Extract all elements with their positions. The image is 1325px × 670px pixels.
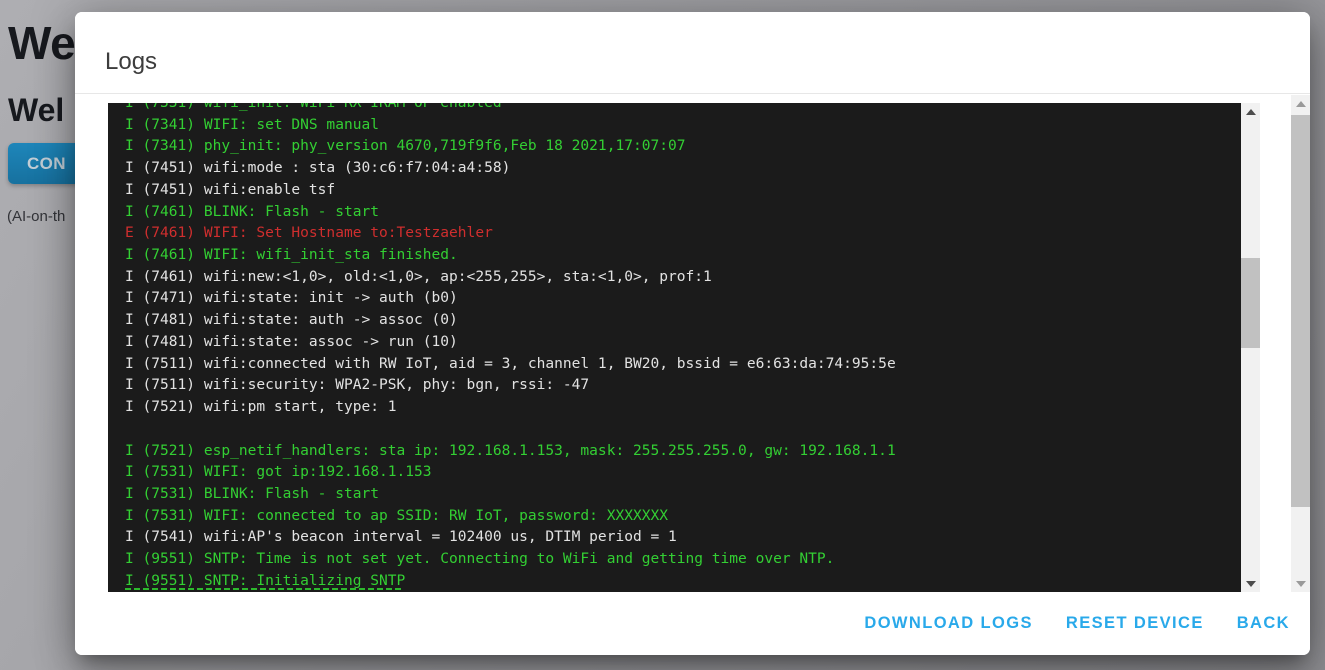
log-line: E (7461) WIFI: Set Hostname to:Testzaehl… — [125, 222, 1241, 244]
page-subtitle: Wel — [8, 92, 64, 129]
log-line: I (7531) WIFI: connected to ap SSID: RW … — [125, 505, 1241, 527]
dialog-footer: DOWNLOAD LOGS RESET DEVICE BACK — [75, 592, 1310, 655]
log-line: I (7521) esp_netif_handlers: sta ip: 192… — [125, 440, 1241, 462]
log-line: I (9551) SNTP: Time is not set yet. Conn… — [125, 548, 1241, 570]
log-line: I (7481) wifi:state: auth -> assoc (0) — [125, 309, 1241, 331]
log-scroll-up-icon[interactable] — [1241, 103, 1260, 120]
log-panel: I (7331) wifi_init: WiFi RX IRAM OP enab… — [108, 103, 1260, 592]
log-line: I (7541) wifi:AP's beacon interval = 102… — [125, 526, 1241, 548]
dialog-scrollbar-thumb[interactable] — [1291, 115, 1310, 507]
download-logs-button[interactable]: DOWNLOAD LOGS — [864, 614, 1033, 633]
log-line: I (7451) wifi:enable tsf — [125, 179, 1241, 201]
dialog-title: Logs — [105, 48, 157, 76]
log-line: I (7331) wifi_init: WiFi RX IRAM OP enab… — [125, 103, 1241, 114]
log-line: I (7531) WIFI: got ip:192.168.1.153 — [125, 461, 1241, 483]
log-line: I (7341) phy_init: phy_version 4670,719f… — [125, 135, 1241, 157]
reset-device-button[interactable]: RESET DEVICE — [1066, 614, 1204, 633]
log-line: I (7511) wifi:security: WPA2-PSK, phy: b… — [125, 374, 1241, 396]
log-line: I (7481) wifi:state: assoc -> run (10) — [125, 331, 1241, 353]
log-line: I (7531) BLINK: Flash - start — [125, 483, 1241, 505]
log-scroll-down-icon[interactable] — [1241, 575, 1260, 592]
log-line: I (7471) wifi:state: init -> auth (b0) — [125, 287, 1241, 309]
log-line: I (7461) BLINK: Flash - start — [125, 201, 1241, 223]
log-line: I (7461) wifi:new:<1,0>, old:<1,0>, ap:<… — [125, 266, 1241, 288]
dialog-scroll-up-icon[interactable] — [1291, 95, 1310, 112]
log-text: I (7331) wifi_init: WiFi RX IRAM OP enab… — [108, 103, 1241, 592]
log-scrollbar[interactable] — [1241, 103, 1260, 592]
back-button[interactable]: BACK — [1237, 614, 1290, 633]
page-note: (AI-on-th — [7, 208, 65, 225]
log-scrollbar-thumb[interactable] — [1241, 258, 1260, 348]
log-line: I (7511) wifi:connected with RW IoT, aid… — [125, 353, 1241, 375]
dialog-scrollbar[interactable] — [1291, 95, 1310, 592]
dialog-header: Logs — [75, 12, 1310, 94]
log-line: I (7341) WIFI: set DNS manual — [125, 114, 1241, 136]
dialog-scroll-down-icon[interactable] — [1291, 575, 1310, 592]
page-title: We — [8, 16, 75, 70]
log-line — [125, 418, 1241, 440]
log-line: I (7521) wifi:pm start, type: 1 — [125, 396, 1241, 418]
dialog-content: I (7331) wifi_init: WiFi RX IRAM OP enab… — [75, 95, 1310, 592]
log-line: I (7461) WIFI: wifi_init_sta finished. — [125, 244, 1241, 266]
logs-dialog: Logs I (7331) wifi_init: WiFi RX IRAM OP… — [75, 12, 1310, 655]
clipped-log-line — [125, 588, 403, 590]
log-line: I (7451) wifi:mode : sta (30:c6:f7:04:a4… — [125, 157, 1241, 179]
